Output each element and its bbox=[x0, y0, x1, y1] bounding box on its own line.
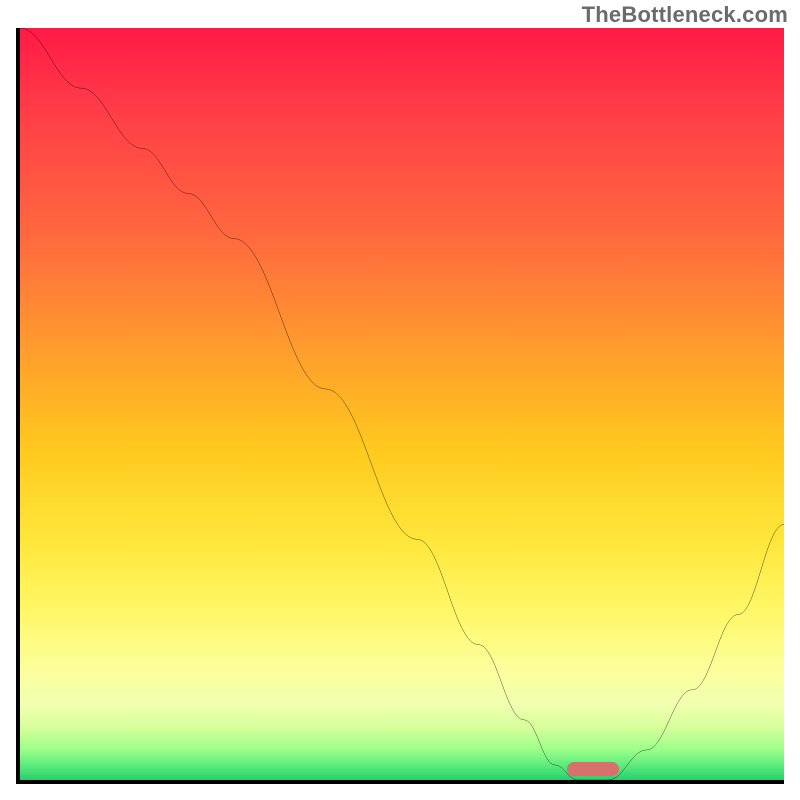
bottleneck-curve bbox=[20, 28, 784, 780]
optimal-marker bbox=[567, 762, 619, 776]
attribution-watermark: TheBottleneck.com bbox=[582, 2, 788, 28]
chart-container: TheBottleneck.com bbox=[0, 0, 800, 800]
plot-area bbox=[16, 28, 784, 784]
